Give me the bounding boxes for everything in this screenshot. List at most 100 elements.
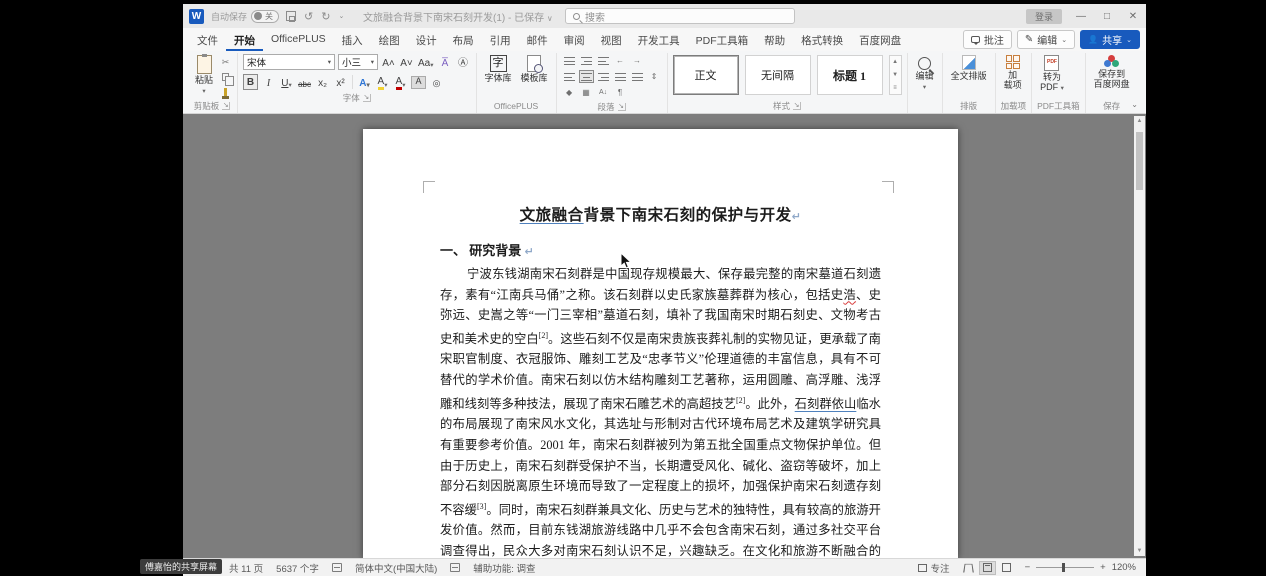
proofing-icon[interactable] bbox=[332, 563, 342, 572]
editing-button[interactable]: 编辑 ▾ bbox=[913, 53, 937, 93]
line-spacing-button[interactable]: ⇕ bbox=[647, 70, 662, 83]
ribbon-tab[interactable]: 邮件 bbox=[519, 29, 556, 51]
ribbon-tab[interactable]: 引用 bbox=[482, 29, 519, 51]
vertical-scrollbar[interactable]: ▲ ▼ bbox=[1134, 116, 1145, 556]
numbering-button[interactable] bbox=[579, 54, 594, 67]
align-right-button[interactable] bbox=[596, 70, 611, 83]
ribbon-tab[interactable]: 帮助 bbox=[756, 29, 793, 51]
decrease-indent-button[interactable]: ← bbox=[613, 54, 628, 67]
multilevel-list-button[interactable] bbox=[596, 54, 611, 67]
styles-gallery-scroll[interactable]: ▲▼≡ bbox=[889, 55, 902, 95]
font-color-button[interactable]: A▾ bbox=[393, 74, 408, 90]
template-library-button[interactable]: 模板库 bbox=[518, 53, 551, 86]
redo-icon[interactable]: ↻ bbox=[321, 10, 330, 23]
bullets-button[interactable] bbox=[562, 54, 577, 67]
style-heading1[interactable]: 标题 1 bbox=[817, 55, 883, 95]
character-shading-button[interactable]: A bbox=[411, 76, 426, 89]
account-badge[interactable]: 登录 bbox=[1026, 9, 1062, 24]
ribbon-tab[interactable]: OfficePLUS bbox=[263, 29, 334, 51]
ribbon-tab[interactable]: 绘图 bbox=[371, 29, 408, 51]
document-page[interactable]: 文旅融合背景下南宋石刻的保护与开发↵ 一、 研究背景 ↵ 宁波东钱湖南宋石刻群是… bbox=[363, 129, 958, 558]
italic-button[interactable]: I bbox=[261, 74, 276, 90]
bold-button[interactable]: B bbox=[243, 74, 258, 90]
screen-share-overlay-badge[interactable]: 傅嘉怡的共享屏幕 bbox=[140, 559, 222, 574]
ribbon-tab[interactable]: 设计 bbox=[408, 29, 445, 51]
save-icon[interactable] bbox=[286, 11, 296, 21]
print-layout-button[interactable] bbox=[979, 561, 996, 575]
enclose-characters-button[interactable]: ◎ bbox=[429, 74, 444, 90]
editing-mode-button[interactable]: ✎ 编辑 ⌄ bbox=[1017, 30, 1075, 49]
close-button[interactable]: ✕ bbox=[1126, 11, 1140, 22]
paste-button[interactable]: 粘贴 ▾ bbox=[192, 53, 216, 97]
ribbon-tab[interactable]: 文件 bbox=[189, 29, 226, 51]
style-normal[interactable]: 正文 bbox=[673, 55, 739, 95]
subscript-button[interactable]: x₂ bbox=[315, 74, 330, 90]
scrollbar-thumb[interactable] bbox=[1136, 132, 1143, 190]
character-border-button[interactable]: Ⓐ bbox=[456, 54, 471, 70]
ribbon-tab[interactable]: 开发工具 bbox=[630, 29, 688, 51]
page-count[interactable]: 共 11 页 bbox=[229, 561, 263, 575]
borders-button[interactable]: ▦ bbox=[579, 86, 594, 99]
accessibility-status[interactable]: 辅助功能: 调查 bbox=[473, 561, 535, 575]
addins-button[interactable]: 加载项 bbox=[1001, 53, 1025, 93]
web-layout-button[interactable] bbox=[998, 561, 1015, 575]
increase-indent-button[interactable]: → bbox=[630, 54, 645, 67]
ribbon-tab[interactable]: 布局 bbox=[445, 29, 482, 51]
format-painter-icon[interactable] bbox=[219, 86, 232, 98]
ribbon-tab[interactable]: 格式转换 bbox=[793, 29, 851, 51]
dialog-launcher-icon[interactable]: ↘ bbox=[793, 102, 801, 110]
language-indicator[interactable]: 简体中文(中国大陆) bbox=[355, 561, 437, 575]
undo-icon[interactable]: ↺ bbox=[304, 10, 313, 23]
qat-more-icon[interactable]: ⌄ bbox=[338, 12, 344, 20]
ribbon-tab[interactable]: 百度网盘 bbox=[851, 29, 909, 51]
ribbon-tab[interactable]: 开始 bbox=[226, 29, 263, 51]
read-mode-button[interactable] bbox=[960, 561, 977, 575]
share-button[interactable]: 👤 共享 ⌄ bbox=[1080, 30, 1140, 49]
document-area[interactable]: 文旅融合背景下南宋石刻的保护与开发↵ 一、 研究背景 ↵ 宁波东钱湖南宋石刻群是… bbox=[183, 114, 1146, 558]
highlight-color-button[interactable]: A▾ bbox=[375, 74, 390, 90]
accessibility-icon[interactable] bbox=[450, 563, 460, 572]
minimize-button[interactable]: — bbox=[1074, 11, 1088, 22]
show-marks-button[interactable]: ¶ bbox=[613, 86, 628, 99]
zoom-slider-thumb[interactable] bbox=[1062, 563, 1065, 572]
ribbon-tab[interactable]: 审阅 bbox=[556, 29, 593, 51]
dialog-launcher-icon[interactable]: ↘ bbox=[363, 94, 371, 102]
distribute-button[interactable] bbox=[630, 70, 645, 83]
zoom-slider[interactable] bbox=[1036, 567, 1094, 568]
convert-to-pdf-button[interactable]: PDF 转为PDF ▾ bbox=[1037, 53, 1067, 95]
comments-button[interactable]: 批注 bbox=[963, 30, 1012, 49]
zoom-level[interactable]: 120% bbox=[1112, 562, 1136, 573]
save-to-baidu-button[interactable]: 保存到百度网盘 bbox=[1091, 53, 1133, 92]
style-no-spacing[interactable]: 无间隔 bbox=[745, 55, 811, 95]
align-left-button[interactable] bbox=[562, 70, 577, 83]
scroll-down-icon[interactable]: ▼ bbox=[1134, 548, 1145, 554]
search-input[interactable]: 搜索 bbox=[565, 8, 795, 24]
autosave-toggle[interactable]: 自动保存 关 bbox=[211, 10, 279, 23]
font-name-combo[interactable]: 宋体▾ bbox=[243, 54, 335, 70]
focus-button[interactable]: 专注 bbox=[918, 561, 950, 575]
font-size-combo[interactable]: 小三▾ bbox=[338, 54, 378, 70]
sort-button[interactable]: A↓ bbox=[596, 86, 611, 99]
cut-icon[interactable]: ✂ bbox=[219, 56, 232, 68]
text-effects-button[interactable]: A▾ bbox=[357, 74, 372, 90]
dialog-launcher-icon[interactable]: ↘ bbox=[618, 103, 626, 111]
phonetic-guide-button[interactable]: A̅ bbox=[438, 54, 453, 70]
align-center-button[interactable] bbox=[579, 70, 594, 83]
change-case-button[interactable]: Aa▾ bbox=[417, 54, 435, 70]
word-count[interactable]: 5637 个字 bbox=[276, 561, 319, 575]
maximize-button[interactable]: □ bbox=[1100, 11, 1114, 22]
zoom-out-icon[interactable]: − bbox=[1025, 562, 1031, 573]
shading-button[interactable]: ◆ bbox=[562, 86, 577, 99]
ribbon-tab[interactable]: 插入 bbox=[334, 29, 371, 51]
ribbon-tab[interactable]: PDF工具箱 bbox=[688, 29, 757, 51]
collapse-ribbon-icon[interactable]: ⌄ bbox=[1131, 100, 1138, 109]
full-text-layout-button[interactable]: 全文排版 bbox=[948, 53, 990, 84]
zoom-in-icon[interactable]: + bbox=[1100, 562, 1106, 573]
strikethrough-button[interactable]: abc bbox=[297, 74, 312, 90]
copy-icon[interactable] bbox=[219, 71, 232, 83]
document-title-bar[interactable]: 文旅融合背景下南宋石刻开发(1) - 已保存 ∨ bbox=[363, 9, 553, 24]
ribbon-tab[interactable]: 视图 bbox=[593, 29, 630, 51]
font-library-button[interactable]: 字 字体库 bbox=[482, 53, 515, 86]
underline-button[interactable]: U▾ bbox=[279, 74, 294, 90]
justify-button[interactable] bbox=[613, 70, 628, 83]
